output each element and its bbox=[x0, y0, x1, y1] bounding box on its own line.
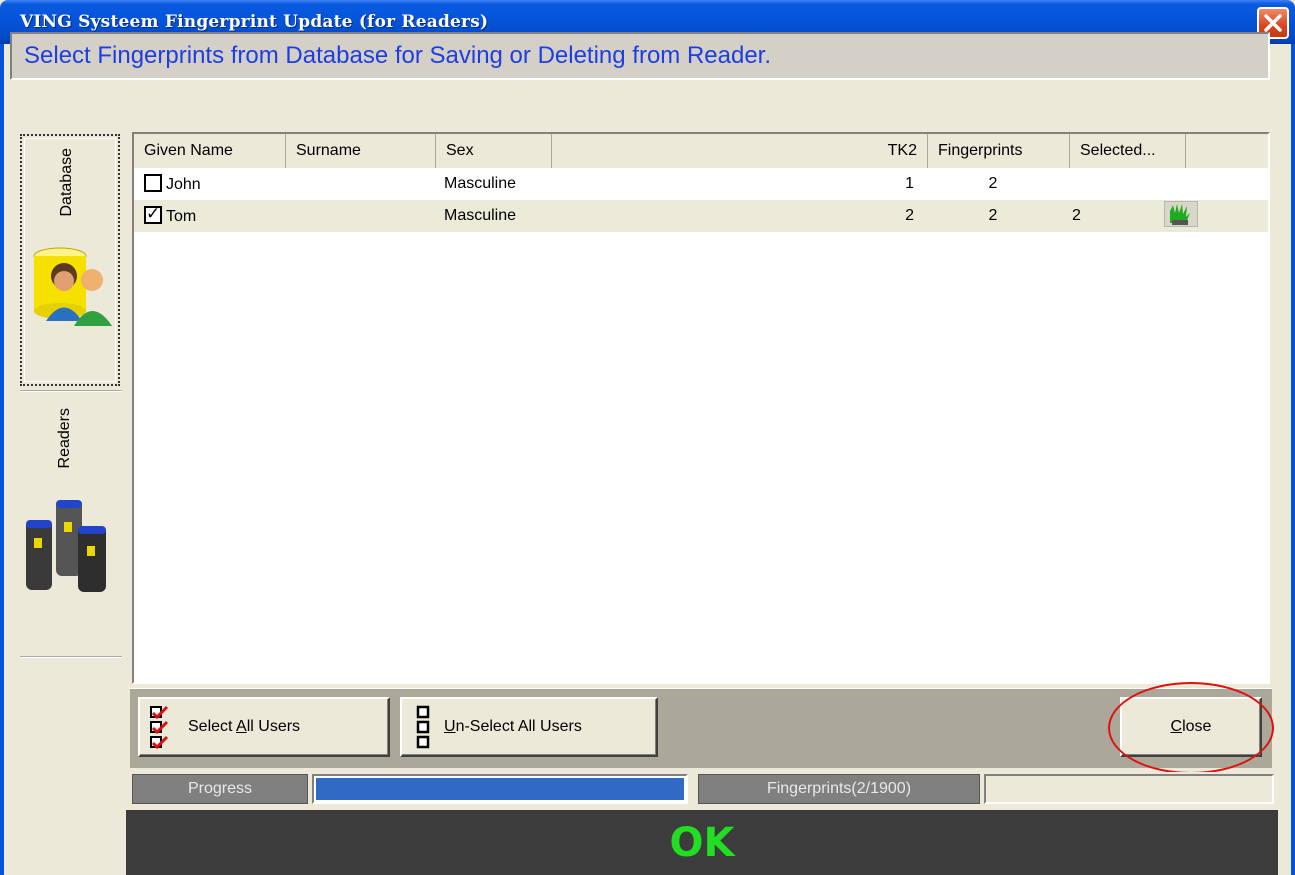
column-selected[interactable]: Selected... bbox=[1070, 134, 1186, 168]
table-row[interactable]: John Masculine 1 2 bbox=[134, 168, 1268, 200]
unselect-all-label: n-Select All Users bbox=[455, 718, 582, 735]
fingerprints-count-box bbox=[984, 774, 1274, 804]
column-given-name[interactable]: Given Name bbox=[134, 134, 286, 168]
tab-database-label: Database bbox=[58, 148, 75, 217]
column-surname[interactable]: Surname bbox=[286, 134, 436, 168]
table-row[interactable]: ✓ Tom Masculine 2 2 2 bbox=[134, 200, 1268, 232]
select-all-label-post: ll Users bbox=[246, 718, 301, 735]
progress-bar-fill bbox=[316, 778, 684, 800]
progress-label: Progress bbox=[132, 774, 308, 804]
grid-header: Given Name Surname Sex TK2 Fingerprints … bbox=[134, 134, 1268, 168]
unselect-all-users-button[interactable]: Un-Select All Users bbox=[400, 697, 658, 757]
progress-bar bbox=[312, 774, 688, 804]
status-panel: OK bbox=[126, 810, 1278, 875]
sex: Masculine bbox=[444, 175, 517, 192]
select-all-hotkey: A bbox=[236, 718, 247, 735]
column-tk2[interactable]: TK2 bbox=[552, 134, 928, 168]
instruction-panel: Select Fingerprints from Database for Sa… bbox=[10, 32, 1270, 80]
green-hand-icon bbox=[1164, 200, 1199, 227]
status-text: OK bbox=[669, 820, 735, 866]
column-fingerprints[interactable]: Fingerprints bbox=[928, 134, 1070, 168]
given-name: Tom bbox=[166, 208, 197, 225]
column-extra bbox=[1186, 134, 1268, 168]
tab-readers-label[interactable]: Readers bbox=[56, 408, 74, 468]
close-button[interactable]: Close bbox=[1120, 697, 1262, 757]
close-hotkey: C bbox=[1170, 718, 1183, 735]
window-title: VING Systeem Fingerprint Update (for Rea… bbox=[20, 12, 489, 32]
fingerprints: 2 bbox=[988, 175, 998, 192]
action-toolbar: Select All Users Un-Select All Users Clo… bbox=[130, 688, 1272, 768]
tk2: 2 bbox=[905, 207, 914, 224]
checklist-checked-icon bbox=[150, 705, 169, 749]
select-all-users-button[interactable]: Select All Users bbox=[138, 697, 390, 757]
given-name: John bbox=[166, 176, 201, 193]
database-users-icon bbox=[33, 247, 112, 326]
row-checkbox[interactable] bbox=[144, 174, 162, 192]
column-sex[interactable]: Sex bbox=[436, 134, 552, 168]
sidebar: Database Readers bbox=[14, 128, 124, 848]
users-grid: Given Name Surname Sex TK2 Fingerprints … bbox=[132, 132, 1270, 684]
close-label: lose bbox=[1182, 718, 1212, 735]
unselect-all-hotkey: U bbox=[444, 718, 456, 735]
tk2: 1 bbox=[905, 175, 914, 192]
instruction-text: Select Fingerprints from Database for Sa… bbox=[24, 42, 772, 69]
row-checkbox[interactable]: ✓ bbox=[144, 206, 162, 224]
tab-database[interactable]: Database bbox=[20, 134, 120, 386]
selected-count: 2 bbox=[1072, 207, 1081, 224]
fingerprints: 2 bbox=[988, 207, 998, 224]
select-all-label-pre: Select bbox=[188, 718, 237, 735]
fingerprints-count-label: Fingerprints(2/1900) bbox=[698, 774, 980, 804]
progress-panel: Progress Fingerprints(2/1900) bbox=[130, 772, 1274, 806]
sex: Masculine bbox=[444, 207, 517, 224]
close-icon bbox=[1264, 14, 1282, 32]
fingerprint-readers-icon bbox=[26, 500, 106, 592]
checklist-empty-icon bbox=[416, 705, 430, 749]
